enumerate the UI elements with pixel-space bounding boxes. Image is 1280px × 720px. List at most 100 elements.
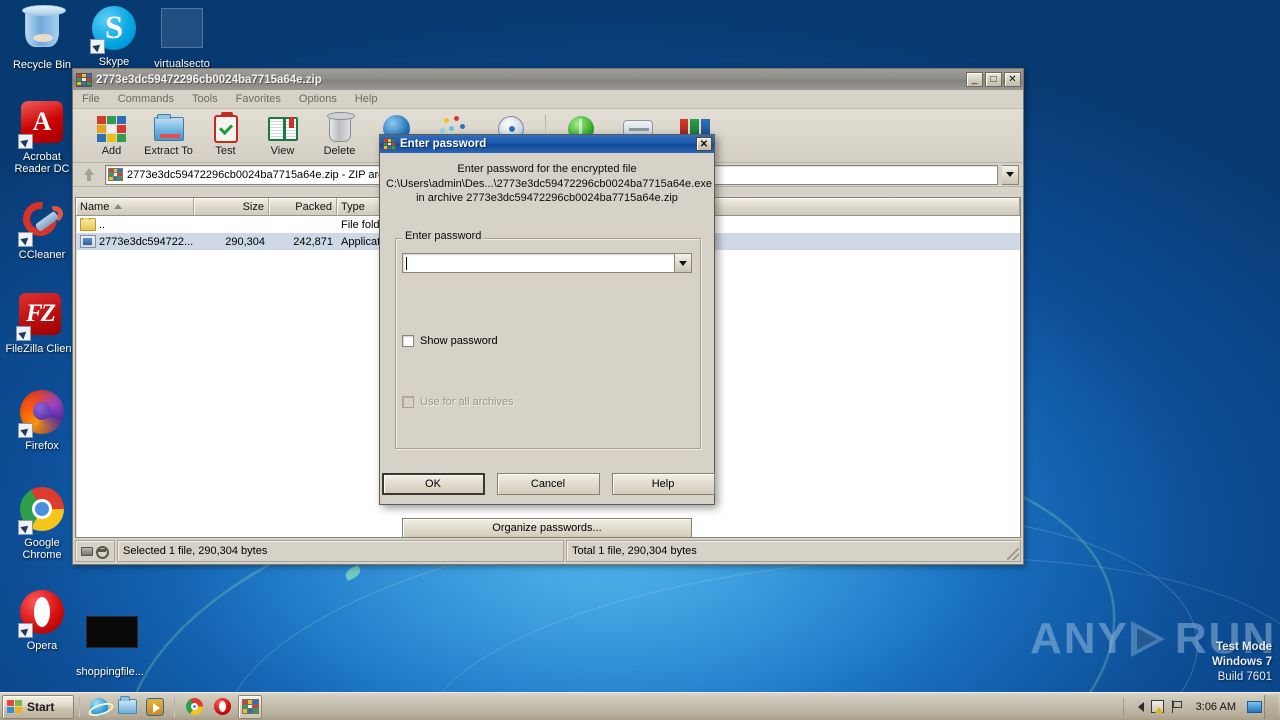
- column-label: Type: [341, 200, 365, 213]
- start-button[interactable]: Start: [2, 694, 74, 719]
- show-password-checkbox-row[interactable]: Show password: [402, 335, 498, 347]
- dialog-buttons: OK Cancel Help: [380, 473, 716, 495]
- dialog-titlebar[interactable]: Enter password ✕: [380, 135, 714, 153]
- help-button[interactable]: Help: [611, 473, 715, 495]
- password-history-dropdown-button[interactable]: [675, 253, 692, 273]
- menu-item-tools[interactable]: Tools: [190, 92, 220, 106]
- chevron-down-icon: [1006, 172, 1014, 177]
- desktop-icon-label: Acrobat Reader DC: [14, 151, 70, 175]
- taskbar-item-windows-explorer[interactable]: [115, 695, 139, 719]
- show-password-checkbox[interactable]: [402, 335, 414, 347]
- desktop-icon-label: Skype: [98, 56, 130, 68]
- column-header-size[interactable]: Size: [194, 198, 269, 215]
- toolbar-button-test[interactable]: Test: [197, 111, 254, 157]
- chrome-icon: [18, 487, 66, 535]
- wallpaper-leaf: [343, 565, 363, 581]
- internet-explorer-icon: [90, 697, 108, 716]
- taskbar-separator: [79, 696, 80, 717]
- test-mode-watermark: Test Mode Windows 7 Build 7601: [1092, 640, 1272, 685]
- column-header-packed[interactable]: Packed: [269, 198, 337, 215]
- message-line-3: in archive 2773e3dc59472296cb0024ba7715a…: [416, 192, 678, 204]
- image-thumbnail-icon: [86, 616, 138, 664]
- generic-shortcut-icon: [158, 8, 206, 56]
- menu-item-favorites[interactable]: Favorites: [234, 92, 283, 106]
- key-icon: [95, 546, 110, 559]
- menu-item-file[interactable]: File: [80, 92, 102, 106]
- toolbar-label: Extract To: [144, 145, 193, 157]
- column-header-name[interactable]: Name: [76, 198, 194, 215]
- opera-icon: [18, 590, 66, 638]
- sort-ascending-icon: [114, 204, 123, 209]
- message-line-1: Enter password for the encrypted file: [457, 163, 637, 175]
- show-desktop-button[interactable]: [1264, 694, 1278, 719]
- taskbar[interactable]: Start 3:06 AM: [0, 692, 1280, 720]
- winrar-title-text: 2773e3dc59472296cb0024ba7715a64e.zip: [96, 73, 322, 86]
- dialog-message: Enter password for the encrypted file C:…: [380, 153, 714, 210]
- password-input[interactable]: [402, 253, 675, 273]
- menu-item-commands[interactable]: Commands: [116, 92, 176, 106]
- shortcut-overlay-icon: [18, 623, 33, 638]
- toolbar-button-view[interactable]: View: [254, 112, 311, 157]
- desktop-icon-google-chrome[interactable]: Google Chrome: [6, 485, 78, 561]
- winrar-window-buttons: _ □ ✕: [966, 72, 1021, 87]
- winrar-icon: [241, 699, 259, 714]
- volume-icon[interactable]: [1128, 697, 1148, 717]
- archive-path-dropdown-button[interactable]: [1002, 164, 1019, 185]
- build-label: Build 7601: [1217, 671, 1272, 683]
- desktop[interactable]: Recycle Bin S Skype virtualsecto A Acrob…: [0, 0, 1280, 720]
- os-label: Windows 7: [1212, 656, 1272, 668]
- toolbar-button-delete[interactable]: Delete: [311, 111, 368, 157]
- folder-icon: [117, 696, 137, 714]
- use-for-all-archives-row: Use for all archives: [402, 396, 514, 408]
- test-mode-label: Test Mode: [1215, 641, 1272, 653]
- winrar-menubar[interactable]: File Commands Tools Favorites Options He…: [73, 90, 1023, 109]
- view-file-icon: [254, 113, 311, 144]
- cancel-button[interactable]: Cancel: [496, 473, 600, 495]
- taskbar-item-internet-explorer[interactable]: [87, 695, 111, 719]
- dialog-close-button[interactable]: ✕: [696, 137, 712, 151]
- start-button-label: Start: [27, 699, 55, 714]
- taskbar-task-opera[interactable]: [210, 695, 234, 719]
- ok-button[interactable]: OK: [381, 473, 485, 495]
- desktop-icon-acrobat-reader[interactable]: A Acrobat Reader DC: [6, 98, 78, 175]
- desktop-icon-skype[interactable]: S Skype: [78, 4, 150, 69]
- folder-icon: [80, 218, 96, 231]
- clock[interactable]: 3:06 AM: [1188, 701, 1244, 713]
- winrar-titlebar[interactable]: 2773e3dc59472296cb0024ba7715a64e.zip _ □…: [73, 69, 1023, 90]
- use-for-all-archives-checkbox: [402, 396, 414, 408]
- close-button[interactable]: ✕: [1004, 72, 1021, 87]
- winrar-window[interactable]: 2773e3dc59472296cb0024ba7715a64e.zip _ □…: [72, 68, 1024, 565]
- desktop-icon-firefox[interactable]: Firefox: [6, 388, 78, 453]
- organize-passwords-button[interactable]: Organize passwords...: [402, 518, 692, 538]
- network-flag-icon[interactable]: [1168, 697, 1188, 717]
- show-password-label: Show password: [420, 335, 498, 347]
- minimize-button[interactable]: _: [966, 72, 983, 87]
- chevron-down-icon: [679, 260, 687, 266]
- enter-password-dialog[interactable]: Enter password ✕ Enter password for the …: [379, 134, 716, 538]
- password-input-wrap[interactable]: [402, 253, 692, 273]
- taskbar-task-winrar[interactable]: [238, 694, 262, 719]
- desktop-icon-filezilla[interactable]: FZ FileZilla Client: [2, 290, 78, 356]
- resize-grip[interactable]: [1007, 548, 1019, 560]
- desktop-icon-shoppingfile[interactable]: shoppingfile...: [74, 608, 146, 679]
- toolbar-button-add[interactable]: Add: [83, 112, 140, 157]
- desktop-icon-label: Google Chrome: [22, 537, 62, 561]
- desktop-preview-icon[interactable]: [1244, 697, 1264, 717]
- desktop-icon-opera[interactable]: Opera: [6, 588, 78, 653]
- system-tray[interactable]: 3:06 AM: [1119, 693, 1280, 720]
- up-one-level-button[interactable]: [77, 165, 101, 185]
- recycle-bin-icon: [18, 5, 66, 57]
- action-center-icon[interactable]: [1148, 697, 1168, 717]
- menu-item-help[interactable]: Help: [353, 92, 380, 106]
- maximize-button[interactable]: □: [985, 72, 1002, 87]
- column-label: Packed: [295, 200, 332, 213]
- status-icons[interactable]: [75, 540, 115, 562]
- toolbar-label: Add: [101, 145, 122, 157]
- taskbar-item-media-player[interactable]: [143, 695, 167, 719]
- menu-item-options[interactable]: Options: [297, 92, 339, 106]
- toolbar-button-extract-to[interactable]: Extract To: [140, 112, 197, 157]
- desktop-icon-recycle-bin[interactable]: Recycle Bin: [6, 4, 78, 72]
- desktop-icon-virtualsector[interactable]: virtualsecto: [146, 4, 218, 71]
- desktop-icon-ccleaner[interactable]: CCleaner: [6, 195, 78, 262]
- taskbar-task-chrome[interactable]: [182, 695, 206, 719]
